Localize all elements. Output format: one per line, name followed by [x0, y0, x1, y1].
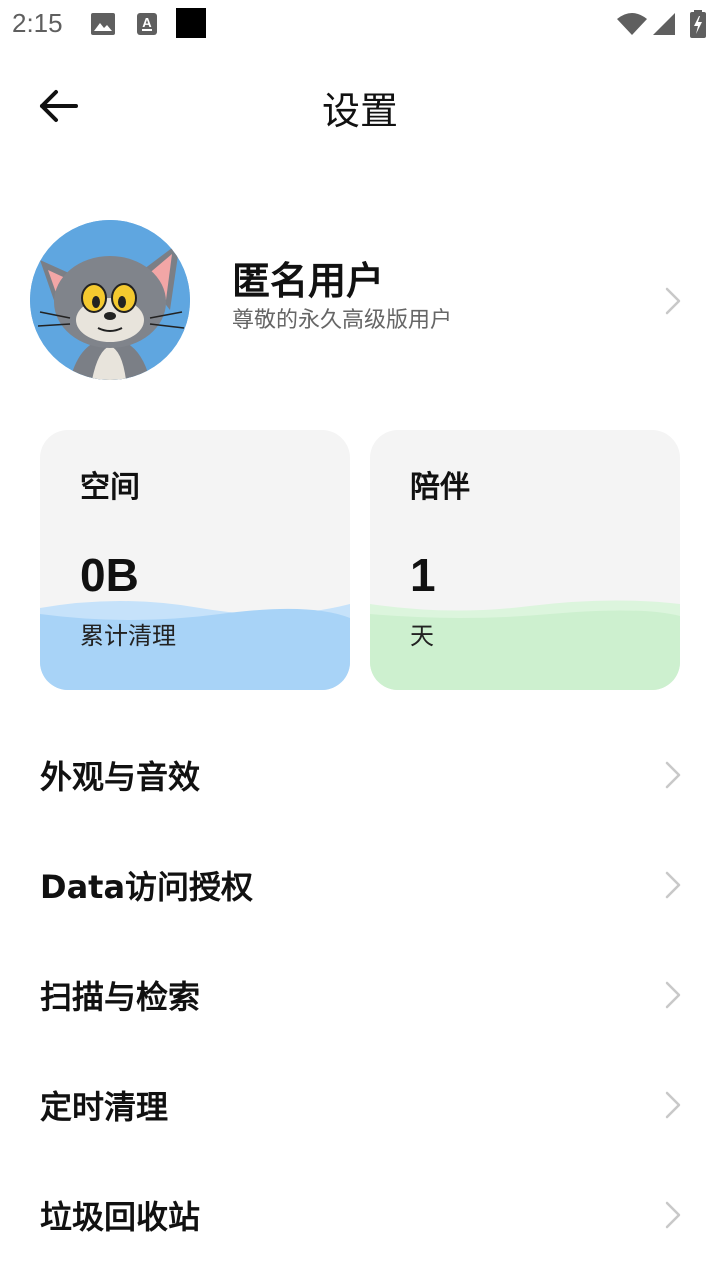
chevron-right-icon — [665, 287, 681, 315]
menu-item-scheduled-clean[interactable]: 定时清理 — [0, 1050, 720, 1160]
menu-item-scan-search[interactable]: 扫描与检索 — [0, 940, 720, 1050]
card-title: 陪伴 — [410, 470, 470, 505]
card-unit: 天 — [410, 622, 434, 650]
battery-charging-icon — [690, 10, 706, 38]
chevron-right-icon — [665, 761, 681, 789]
chevron-right-icon — [665, 1201, 681, 1229]
app-bar: 设置 — [0, 60, 720, 150]
chevron-right-icon — [665, 981, 681, 1009]
profile-row[interactable]: 匿名用户 尊敬的永久高级版用户 — [0, 210, 720, 390]
chevron-right-icon — [665, 1091, 681, 1119]
signal-icon — [653, 13, 675, 35]
menu-item-label: 扫描与检索 — [40, 978, 201, 1016]
status-time: 2:15 — [12, 8, 63, 38]
card-value: 0B — [80, 549, 139, 601]
menu-item-appearance-sound[interactable]: 外观与音效 — [0, 720, 720, 830]
status-bar: 2:15 A — [0, 0, 720, 50]
black-square-icon — [176, 8, 206, 38]
menu-item-data-access[interactable]: Data访问授权 — [0, 830, 720, 940]
user-subtitle: 尊敬的永久高级版用户 — [232, 308, 453, 333]
menu-item-label: 外观与音效 — [40, 758, 201, 796]
menu-item-label: 定时清理 — [40, 1088, 169, 1126]
text-a-icon: A — [137, 13, 157, 35]
page-title: 设置 — [321, 89, 398, 133]
image-icon — [91, 13, 115, 35]
card-title: 空间 — [80, 470, 140, 505]
companion-card[interactable]: 陪伴 1 天 — [370, 430, 680, 690]
card-value: 1 — [410, 549, 436, 601]
svg-text:A: A — [142, 15, 152, 30]
user-name: 匿名用户 — [232, 259, 385, 303]
card-unit: 累计清理 — [80, 622, 176, 650]
menu-item-label: Data访问授权 — [40, 868, 254, 906]
cartoon-cat-avatar-icon — [30, 220, 190, 380]
wifi-icon — [617, 13, 647, 35]
space-card[interactable]: 空间 0B 累计清理 — [40, 430, 350, 690]
chevron-right-icon — [665, 871, 681, 899]
avatar[interactable] — [30, 220, 190, 380]
menu-item-recycle-bin[interactable]: 垃圾回收站 — [0, 1160, 720, 1270]
menu-item-label: 垃圾回收站 — [40, 1198, 201, 1236]
